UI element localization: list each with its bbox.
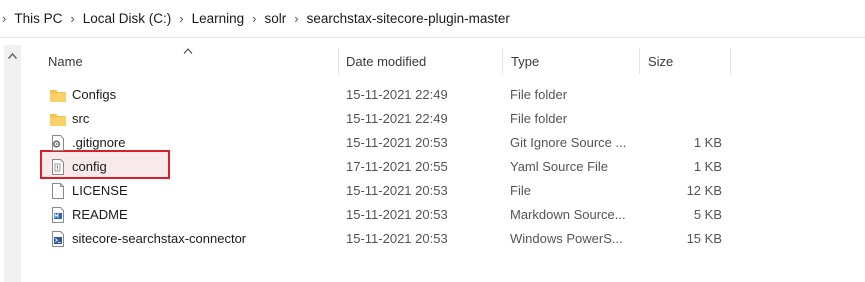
- file-row[interactable]: .gitignore 15-11-2021 20:53 Git Ignore S…: [40, 131, 730, 155]
- column-divider[interactable]: [639, 48, 640, 74]
- file-row[interactable]: Configs 15-11-2021 22:49 File folder: [40, 83, 730, 107]
- file-row[interactable]: LICENSE 15-11-2021 20:53 File 12 KB: [40, 179, 730, 203]
- breadcrumb-current-folder[interactable]: searchstax-sitecore-plugin-master: [307, 11, 510, 26]
- file-type: File folder: [510, 87, 568, 102]
- file-size: 12 KB: [686, 183, 722, 198]
- breadcrumb: › This PC › Local Disk (C:) › Learning ›…: [0, 0, 865, 38]
- chevron-right-icon[interactable]: ›: [0, 11, 14, 26]
- file-date: 15-11-2021 22:49: [346, 111, 448, 126]
- column-divider[interactable]: [730, 48, 731, 74]
- column-header-date-modified[interactable]: Date modified: [346, 46, 426, 76]
- file-row[interactable]: config 17-11-2021 20:55 Yaml Source File…: [40, 155, 730, 179]
- sort-ascending-icon: [183, 41, 193, 59]
- yaml-file-icon: [49, 158, 67, 176]
- breadcrumb-local-disk[interactable]: Local Disk (C:): [83, 11, 172, 26]
- file-row[interactable]: sitecore-searchstax-connector 15-11-2021…: [40, 227, 730, 251]
- breadcrumb-solr[interactable]: solr: [264, 11, 286, 26]
- file-date: 15-11-2021 20:53: [346, 135, 448, 150]
- column-divider[interactable]: [338, 48, 339, 74]
- file-type: Markdown Source...: [510, 207, 626, 222]
- scroll-up-arrow-icon[interactable]: [4, 49, 21, 63]
- chevron-right-icon[interactable]: ›: [286, 11, 306, 26]
- file-size: 1 KB: [693, 135, 722, 150]
- markdown-file-icon: [49, 206, 67, 224]
- file-name: LICENSE: [72, 183, 128, 198]
- folder-icon: [49, 110, 67, 128]
- file-name: README: [72, 207, 128, 222]
- breadcrumb-this-pc[interactable]: This PC: [14, 11, 62, 26]
- file-date: 17-11-2021 20:55: [346, 159, 448, 174]
- blank-file-icon: [49, 182, 67, 200]
- file-name: .gitignore: [72, 135, 126, 150]
- file-type: Yaml Source File: [510, 159, 609, 174]
- file-name: config: [72, 159, 107, 174]
- chevron-right-icon[interactable]: ›: [62, 11, 82, 26]
- gitignore-file-icon: [49, 134, 67, 152]
- file-type: Git Ignore Source ...: [510, 135, 627, 150]
- file-size: 1 KB: [693, 159, 722, 174]
- breadcrumb-learning[interactable]: Learning: [192, 11, 245, 26]
- file-date: 15-11-2021 20:53: [346, 183, 448, 198]
- column-header-size[interactable]: Size: [648, 46, 673, 76]
- file-type: File: [510, 183, 531, 198]
- powershell-file-icon: [49, 230, 67, 248]
- file-date: 15-11-2021 22:49: [346, 87, 448, 102]
- chevron-right-icon[interactable]: ›: [171, 11, 191, 26]
- file-row[interactable]: README 15-11-2021 20:53 Markdown Source.…: [40, 203, 730, 227]
- file-type: File folder: [510, 111, 568, 126]
- file-date: 15-11-2021 20:53: [346, 207, 448, 222]
- vertical-scrollbar[interactable]: [4, 45, 21, 282]
- file-name: Configs: [72, 87, 117, 102]
- file-name: sitecore-searchstax-connector: [72, 231, 247, 246]
- file-date: 15-11-2021 20:53: [346, 231, 448, 246]
- column-header-type[interactable]: Type: [511, 46, 539, 76]
- file-row[interactable]: src 15-11-2021 22:49 File folder: [40, 107, 730, 131]
- file-name: src: [72, 111, 90, 126]
- file-size: 15 KB: [686, 231, 722, 246]
- chevron-right-icon[interactable]: ›: [244, 11, 264, 26]
- file-type: Windows PowerS...: [510, 231, 623, 246]
- column-divider[interactable]: [502, 48, 503, 74]
- file-size: 5 KB: [693, 207, 722, 222]
- column-header-name[interactable]: Name: [48, 46, 83, 76]
- folder-icon: [49, 86, 67, 104]
